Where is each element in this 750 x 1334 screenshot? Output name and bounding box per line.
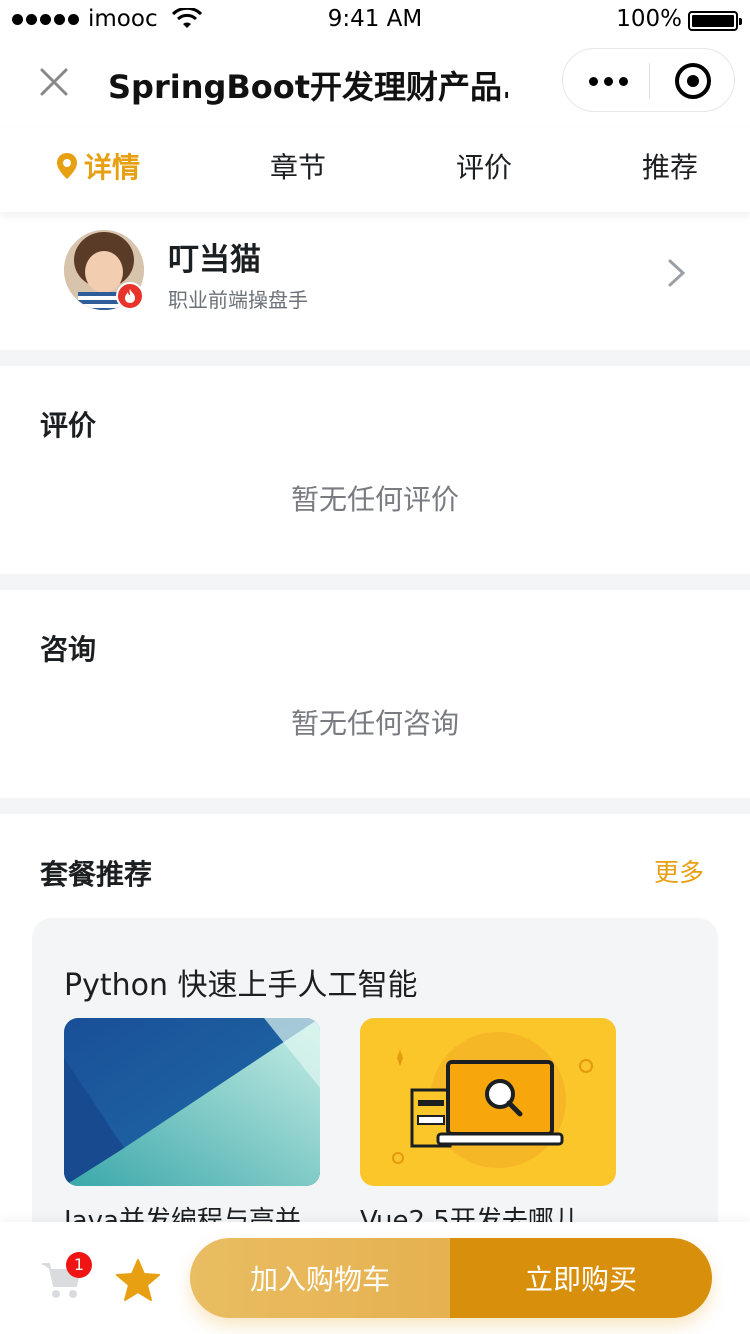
package-card-title: Python 快速上手人工智能 xyxy=(64,968,418,1003)
teacher-name: 叮当猫 xyxy=(168,242,261,278)
package-title: 套餐推荐 xyxy=(40,858,153,891)
add-to-cart-button[interactable]: 加入购物车 xyxy=(190,1238,450,1318)
status-bar: imooc 9:41 AM 100% xyxy=(0,0,750,40)
capsule-divider xyxy=(649,63,650,99)
section-divider xyxy=(0,574,750,590)
tab-detail-label: 详情 xyxy=(84,151,141,184)
tab-bar: 详情 章节 评价 推荐 xyxy=(0,128,750,212)
tab-recommend[interactable]: 推荐 xyxy=(642,146,698,186)
battery-percent: 100% xyxy=(616,6,682,32)
cart-count-badge: 1 xyxy=(66,1252,92,1278)
location-pin-icon xyxy=(57,153,77,179)
star-icon[interactable] xyxy=(114,1258,162,1304)
nav-bar: SpringBoot开发理财产品... xyxy=(0,40,750,128)
bottom-action-bar: 1 加入购物车 立即购买 xyxy=(0,1222,750,1334)
consult-title: 咨询 xyxy=(40,633,97,666)
consult-empty-text: 暂无任何咨询 xyxy=(290,707,459,740)
chevron-right-icon xyxy=(668,259,686,287)
mini-program-capsule xyxy=(562,48,735,112)
fire-badge-icon xyxy=(116,282,144,310)
tab-chapter[interactable]: 章节 xyxy=(270,146,326,186)
more-link[interactable]: 更多 xyxy=(654,853,704,889)
battery-icon xyxy=(688,11,742,31)
package-card[interactable]: Python 快速上手人工智能 Java并发编程与高并 Vue2.5开发去哪儿 xyxy=(32,918,718,1258)
buy-now-button[interactable]: 立即购买 xyxy=(450,1238,712,1318)
reviews-title: 评价 xyxy=(40,409,97,442)
section-divider xyxy=(0,350,750,366)
more-icon[interactable] xyxy=(589,77,628,86)
page-title: SpringBoot开发理财产品... xyxy=(108,68,508,106)
course-item[interactable]: Java并发编程与高并 xyxy=(64,1018,320,1237)
course-thumbnail xyxy=(360,1018,616,1186)
exit-icon[interactable] xyxy=(675,63,711,99)
section-divider xyxy=(0,798,750,814)
teacher-card[interactable]: 叮当猫 职业前端操盘手 xyxy=(0,212,750,350)
course-item[interactable]: Vue2.5开发去哪儿 xyxy=(360,1018,616,1237)
course-thumbnail xyxy=(64,1018,320,1186)
close-icon[interactable] xyxy=(34,62,74,102)
reviews-empty-text: 暂无任何评价 xyxy=(290,483,459,516)
teacher-title: 职业前端操盘手 xyxy=(168,288,308,312)
purchase-button-group: 加入购物车 立即购买 xyxy=(190,1238,712,1318)
tab-review[interactable]: 评价 xyxy=(456,146,512,186)
tab-detail[interactable]: 详情 xyxy=(56,146,140,186)
